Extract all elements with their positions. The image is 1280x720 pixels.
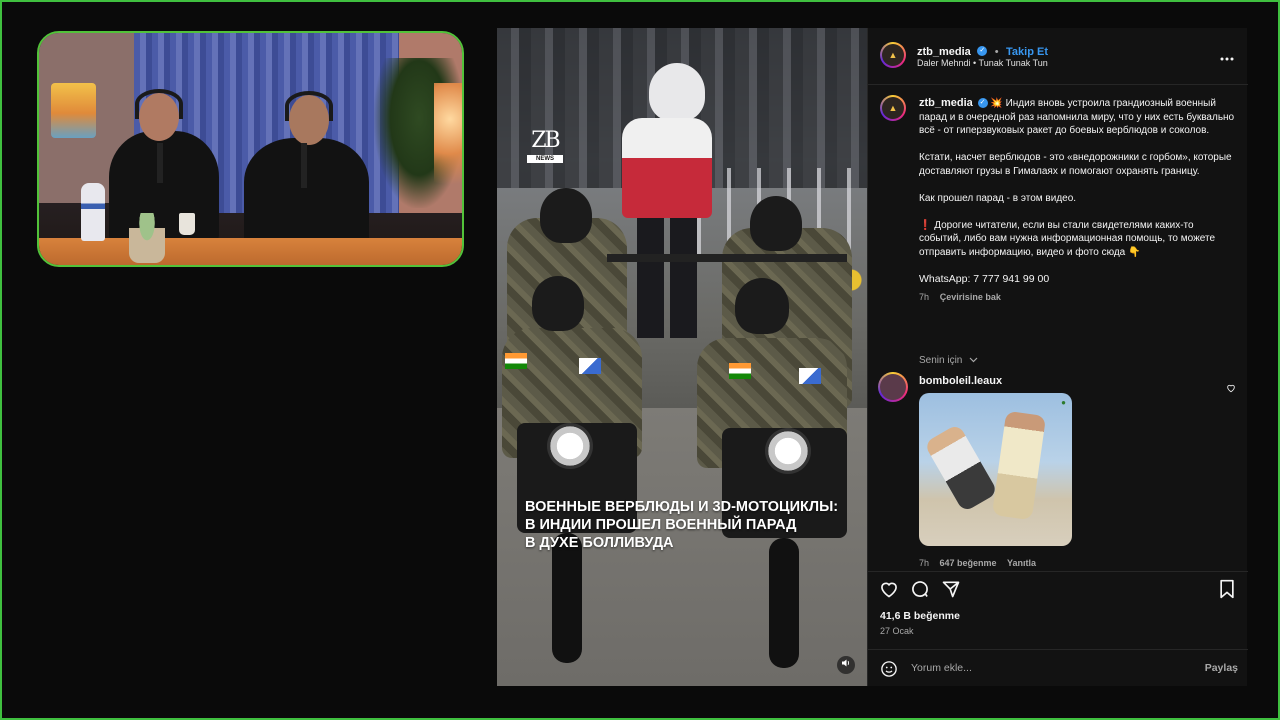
comment-input[interactable]: Yorum ekle... (911, 662, 972, 674)
emoji-icon: 💥 (990, 98, 1003, 109)
video-helmet (735, 278, 789, 334)
video-caption-line: В ИНДИИ ПРОШЕЛ ВОЕННЫЙ ПАРАД (525, 517, 797, 533)
whatsapp-contact: WhatsApp: 7 777 941 99 00 (919, 272, 1050, 285)
more-options-icon[interactable] (1220, 48, 1234, 64)
logo-subtext: NEWS (527, 155, 563, 163)
headphones-icon (135, 89, 183, 119)
verified-icon: ✓ (977, 45, 988, 56)
for-you-toggle[interactable]: Senin için (919, 350, 978, 368)
video-bar (607, 254, 847, 262)
comment-meta: 7h 647 beğenme Yanıtla (919, 553, 1036, 571)
caption-paragraph: Как прошел парад - в этом видео. (919, 192, 1077, 204)
video-flag (579, 358, 601, 374)
caption-time: 7h (919, 292, 930, 302)
caption-paragraph: Дорогие читатели, если вы стали свидетел… (919, 219, 1216, 258)
commenter-avatar[interactable] (878, 372, 908, 402)
comment-icon[interactable] (909, 578, 931, 600)
verified-icon: ✓ (977, 98, 988, 109)
chevron-down-icon (969, 357, 978, 363)
video-caption-line: ВОЕННЫЕ ВЕРБЛЮДЫ И 3D-МОТОЦИКЛЫ: (525, 499, 839, 515)
gif-figure (991, 410, 1047, 521)
headphones-icon (285, 91, 333, 121)
webcam-overlay (37, 31, 464, 267)
video-rider-legs (637, 218, 697, 338)
caption-paragraph: Кстати, насчет верблюдов - это «внедорож… (919, 152, 1232, 177)
comment-time: 7h (919, 558, 930, 568)
follow-button[interactable]: Takip Et (1006, 46, 1048, 58)
comment-footer: Yorum ekle... Paylaş (868, 649, 1248, 686)
video-headlight (765, 428, 811, 474)
robot-figure (81, 183, 105, 241)
speaker-icon[interactable] (837, 656, 855, 674)
emoji-picker-icon[interactable] (878, 658, 900, 680)
video-standing-rider (622, 63, 712, 338)
commenter-username[interactable]: bomboleil.leaux (919, 375, 1002, 387)
video-helmet (532, 276, 584, 331)
reel-video[interactable]: ZB NEWS ВОЕННЫЕ ВЕРБЛЮДЫ И 3D-МОТОЦИКЛЫ:… (497, 28, 867, 686)
caption-avatar[interactable]: ▲ (880, 95, 906, 121)
logo-text: ZB (531, 128, 560, 153)
video-caption-line: В ДУХЕ БОЛЛИВУДА (525, 535, 674, 551)
logo-icon: ▲ (882, 44, 904, 66)
like-count[interactable]: 41,6 B beğenme (880, 610, 960, 622)
india-flag (505, 353, 527, 369)
post-date: 27 Ocak (880, 626, 914, 636)
video-white-helmet (649, 63, 705, 121)
caption-meta: 7h Çevirisine bak (919, 291, 1237, 305)
post-actions: 41,6 B beğenme 27 Ocak (868, 571, 1248, 641)
bookmark-icon[interactable] (1216, 578, 1238, 600)
video-helmet (540, 188, 592, 243)
webcam-lamp (434, 83, 462, 203)
author-avatar[interactable]: ▲ (880, 42, 906, 68)
caption-username[interactable]: ztb_media (919, 97, 973, 109)
heart-icon[interactable] (878, 578, 900, 600)
post-header: ▲ ztb_media ✓ • Takip Et Daler Mehndi • … (868, 28, 1248, 85)
for-you-label: Senin için (919, 355, 963, 366)
yoda-figure (129, 213, 165, 263)
music-artist: Daler Mehndi (917, 58, 971, 68)
microphone-icon (157, 143, 163, 183)
comment-likes[interactable]: 647 beğenme (939, 558, 996, 568)
music-song: Tunak Tunak Tun (978, 58, 1048, 68)
microphone-icon (301, 143, 307, 188)
music-info[interactable]: Daler Mehndi • Tunak Tunak Tun (917, 58, 1048, 68)
video-flag (799, 368, 821, 384)
avatar (880, 374, 906, 400)
share-icon[interactable] (940, 578, 962, 600)
video-wheel (552, 533, 582, 663)
reply-button[interactable]: Yanıtla (1007, 558, 1036, 568)
video-wheel (769, 538, 799, 668)
webcam-poster (51, 83, 96, 138)
post-comment-button[interactable]: Paylaş (1205, 662, 1238, 674)
comment-like-icon[interactable] (1226, 380, 1236, 398)
comment-gif[interactable]: ● (919, 393, 1072, 546)
video-rider-jacket (622, 118, 712, 218)
video-helmet (750, 196, 802, 251)
gif-figure (923, 423, 999, 513)
webcam-table (39, 238, 462, 265)
gif-badge-icon: ● (1061, 398, 1066, 407)
india-flag (729, 363, 751, 379)
see-translation-link[interactable]: Çevirisine bak (940, 292, 1001, 302)
separator-dot: • (994, 46, 999, 58)
post-side-panel: ▲ ztb_media ✓ • Takip Et Daler Mehndi • … (867, 28, 1248, 686)
video-headlight (547, 423, 593, 469)
cup (179, 213, 195, 235)
logo-icon: ▲ (882, 97, 904, 119)
author-username[interactable]: ztb_media (917, 46, 971, 58)
exclamation-icon: ❗ (919, 219, 932, 231)
post-caption: ztb_media ✓ 💥 Индия вновь устроила гранд… (919, 97, 1237, 305)
ztb-news-logo: ZB NEWS (527, 128, 563, 166)
pointing-down-icon: 👇 (1128, 246, 1141, 258)
video-caption: ВОЕННЫЕ ВЕРБЛЮДЫ И 3D-МОТОЦИКЛЫ: В ИНДИИ… (525, 498, 855, 552)
